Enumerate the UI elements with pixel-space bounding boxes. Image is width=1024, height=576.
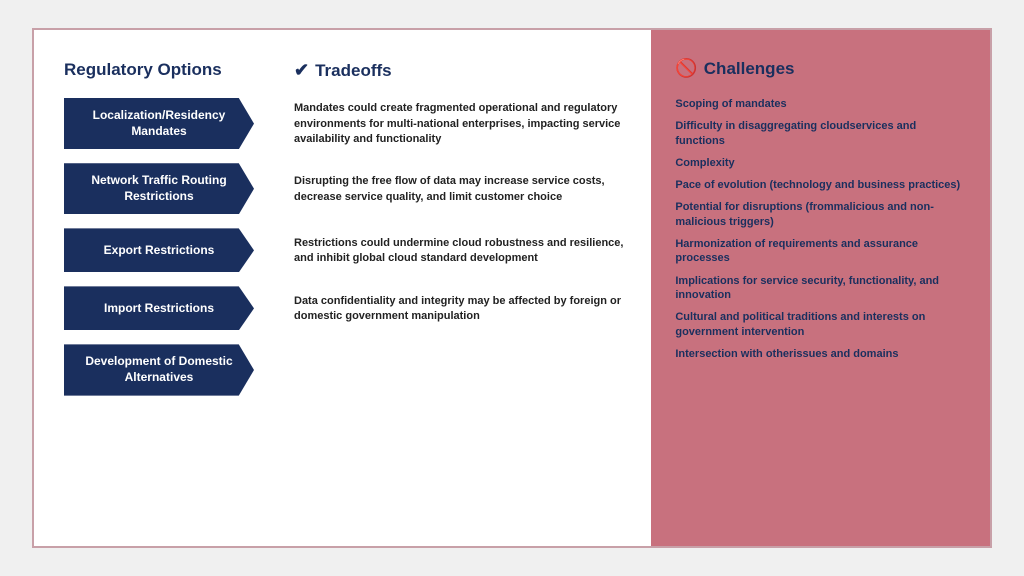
challenge-item: Difficulty in disaggregating cloudservic…: [675, 119, 966, 148]
challenges-title: 🚫 Challenges: [675, 58, 966, 79]
reg-option-button[interactable]: Network Traffic Routing Restrictions: [64, 163, 254, 214]
checkmark-icon: ✔: [294, 60, 309, 81]
left-panel: Regulatory Options Localization/Residenc…: [34, 30, 651, 546]
challenge-item: Complexity: [675, 156, 966, 170]
tradeoff-item: [294, 345, 631, 396]
challenges-list: Scoping of mandates Difficulty in disaggr…: [675, 97, 966, 361]
challenge-item: Harmonization of requirements and assura…: [675, 237, 966, 266]
no-sign-icon: 🚫: [675, 58, 697, 79]
reg-option-button[interactable]: Export Restrictions: [64, 228, 254, 272]
reg-options-title: Regulatory Options: [64, 60, 274, 80]
challenge-item: Pace of evolution (technology and busine…: [675, 178, 966, 192]
reg-option-item: Development of Domestic Alternatives: [64, 344, 274, 395]
reg-option-button[interactable]: Import Restrictions: [64, 286, 254, 330]
tradeoff-item: Mandates could create fragmented operati…: [294, 99, 631, 150]
regulatory-options-column: Regulatory Options Localization/Residenc…: [64, 60, 284, 526]
tradeoff-item: Disrupting the free flow of data may inc…: [294, 164, 631, 215]
reg-options-list: Localization/Residency Mandates Network T…: [64, 98, 274, 396]
reg-option-button[interactable]: Development of Domestic Alternatives: [64, 344, 254, 395]
tradeoffs-list: Mandates could create fragmented operati…: [294, 99, 631, 396]
right-panel: 🚫 Challenges Scoping of mandates Difficul…: [651, 30, 990, 546]
challenge-item: Intersection with otherissues and domain…: [675, 347, 966, 361]
challenge-item: Cultural and political traditions and in…: [675, 310, 966, 339]
reg-option-item: Network Traffic Routing Restrictions: [64, 163, 274, 214]
reg-option-button[interactable]: Localization/Residency Mandates: [64, 98, 254, 149]
tradeoffs-column: ✔ Tradeoffs Mandates could create fragme…: [284, 60, 631, 526]
challenge-item: Potential for disruptions (frommalicious…: [675, 200, 966, 229]
reg-option-item: Import Restrictions: [64, 286, 274, 330]
main-card: Regulatory Options Localization/Residenc…: [32, 28, 992, 548]
tradeoff-item: Data confidentiality and integrity may b…: [294, 287, 631, 331]
challenge-item: Implications for service security, funct…: [675, 274, 966, 303]
tradeoffs-title: ✔ Tradeoffs: [294, 60, 631, 81]
challenge-item: Scoping of mandates: [675, 97, 966, 111]
reg-option-item: Export Restrictions: [64, 228, 274, 272]
reg-option-item: Localization/Residency Mandates: [64, 98, 274, 149]
tradeoff-item: Restrictions could undermine cloud robus…: [294, 229, 631, 273]
